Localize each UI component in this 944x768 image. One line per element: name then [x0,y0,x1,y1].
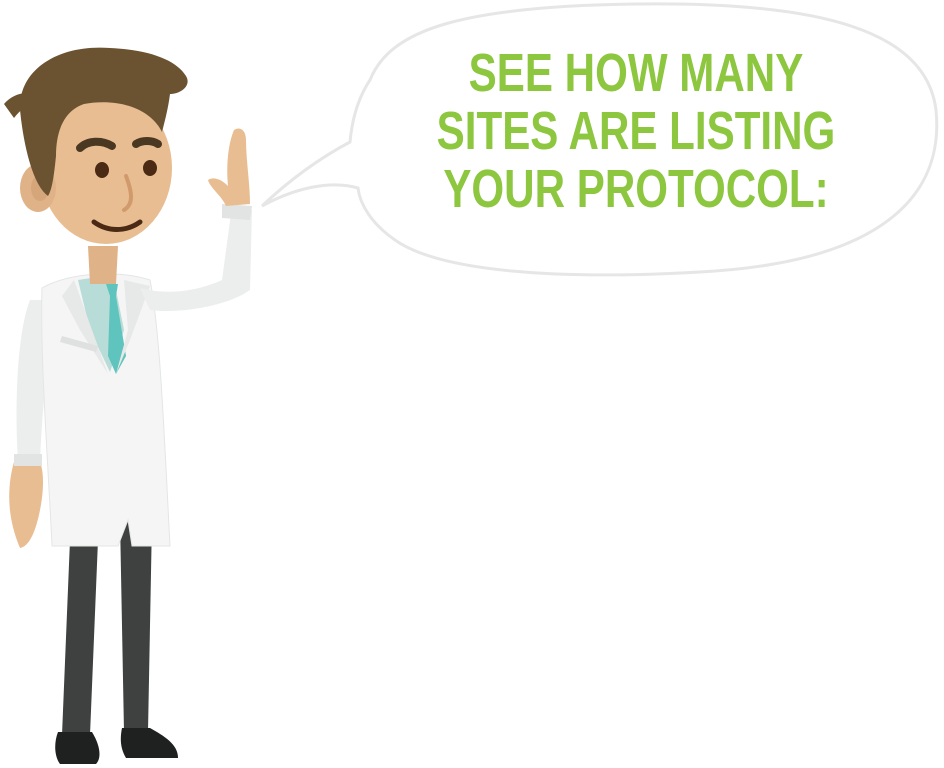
eye-icon [143,160,157,176]
head-icon [4,47,188,244]
left-hand-icon [9,462,43,548]
trousers-icon [62,520,152,735]
eye-icon [95,162,109,178]
headline-line-1: SEE HOW MANY [468,43,804,103]
doctor-character [4,47,252,764]
headline-line-3: YOUR PROTOCOL: [443,159,829,219]
speech-bubble-text: SEE HOW MANY SITES ARE LISTING YOUR PROT… [436,43,836,219]
shoes-icon [55,728,178,764]
waving-hand-icon [208,128,250,206]
headline-line-2: SITES ARE LISTING [436,101,836,161]
